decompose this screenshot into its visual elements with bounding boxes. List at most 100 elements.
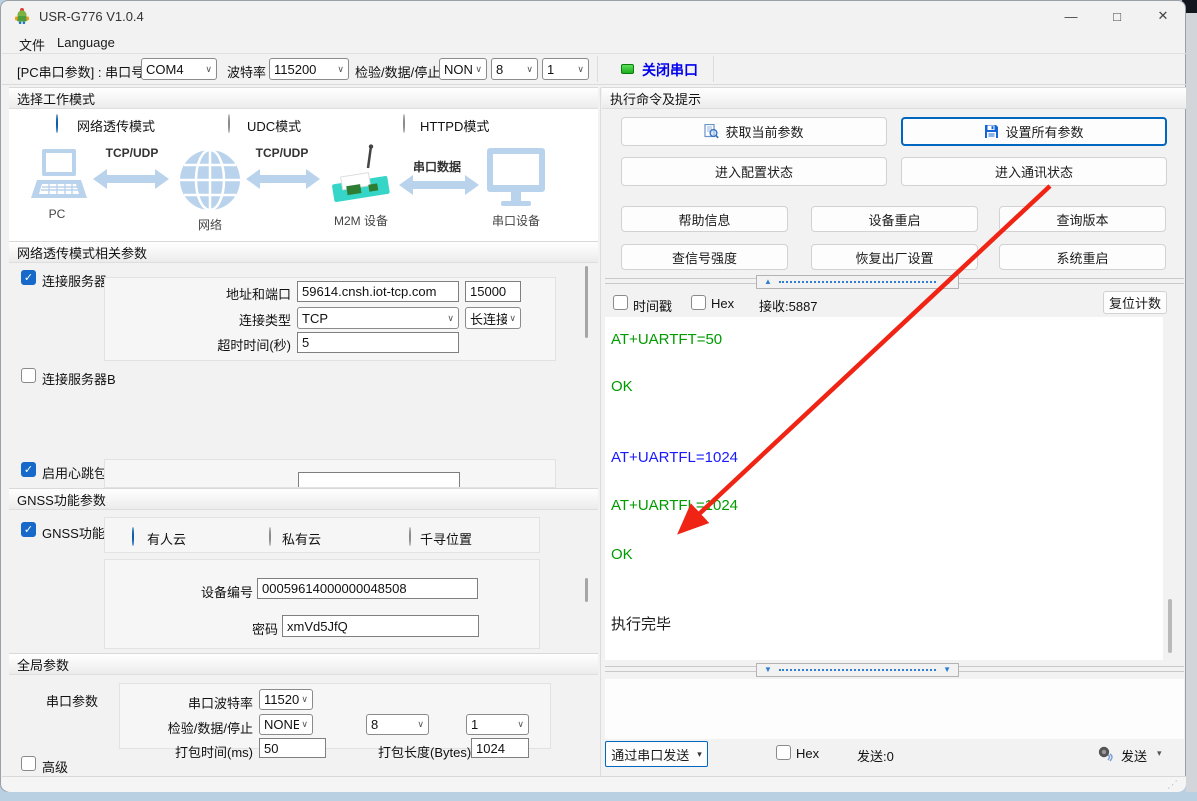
timeout-input[interactable]: 5 [297, 332, 459, 353]
device-id-input[interactable]: 00059614000000048508 [257, 578, 478, 599]
device-restart-button[interactable]: 设备重启 [811, 206, 978, 232]
reset-count-button[interactable]: 复位计数 [1103, 291, 1167, 314]
g-databits-value: 8 [371, 717, 415, 732]
help-button[interactable]: 帮助信息 [621, 206, 788, 232]
left-scrollbar-thumb-2[interactable] [585, 578, 588, 602]
desktop-edge [1186, 13, 1197, 792]
maximize-button[interactable]: □ [1094, 1, 1140, 31]
send-button[interactable]: 发送 [1121, 746, 1147, 765]
radio-udc[interactable] [228, 114, 230, 133]
reset-count-label: 复位计数 [1109, 293, 1161, 312]
diagram-net-label: 网络 [190, 216, 230, 233]
send-via-serial-button[interactable]: 通过串口发送 ▾ [605, 741, 708, 767]
server-b-label: 连接服务器B [42, 369, 116, 388]
log-scrollbar-thumb[interactable] [1168, 599, 1172, 653]
pack-len-input[interactable]: 1024 [471, 738, 529, 758]
databits-select[interactable]: 8 ∨ [491, 58, 538, 80]
password-label: 密码 [198, 619, 278, 638]
up-arrow-icon: ▲ [764, 278, 772, 286]
port-input[interactable]: 15000 [465, 281, 521, 302]
close-button[interactable]: ✕ [1140, 1, 1186, 31]
radio-udc-label: UDC模式 [247, 116, 301, 135]
signal-strength-label: 查信号强度 [672, 248, 737, 267]
gnss-header-label: GNSS功能参数 [17, 490, 106, 509]
heartbeat-partial-input[interactable] [298, 472, 460, 488]
server-b-checkbox[interactable]: ✓ [21, 368, 36, 383]
left-scrollbar-thumb[interactable] [585, 266, 588, 338]
log-line: AT+UARTFL=1024 [611, 496, 1163, 516]
baud-select[interactable]: 115200 ∨ [269, 58, 349, 80]
panel-divider [600, 87, 601, 776]
pc-laptop-icon [29, 148, 89, 204]
menu-file[interactable]: 文件 [19, 35, 45, 54]
g-baud-value: 115200 [264, 692, 299, 707]
server-a-checkbox[interactable]: ✓ [21, 270, 36, 285]
signal-strength-button[interactable]: 查信号强度 [621, 244, 788, 270]
addr-input[interactable]: 59614.cnsh.iot-tcp.com [297, 281, 459, 302]
query-version-button[interactable]: 查询版本 [999, 206, 1166, 232]
radio-qianxun-label: 千寻位置 [420, 529, 472, 548]
minimize-button[interactable]: — [1048, 1, 1094, 31]
resize-grip[interactable]: ⋰ [1167, 778, 1178, 791]
splitter-handle-2[interactable]: ▼ ▼ [756, 663, 959, 677]
com-port-select[interactable]: COM4 ∨ [141, 58, 217, 80]
send-count: 发送:0 [857, 746, 894, 765]
parity-select[interactable]: NONI ∨ [439, 58, 487, 80]
factory-reset-button[interactable]: 恢复出厂设置 [811, 244, 978, 270]
chevron-down-icon: ∨ [509, 313, 516, 324]
splitter-dots [779, 281, 936, 283]
enter-config-button[interactable]: 进入配置状态 [621, 157, 887, 186]
send-via-serial-label: 通过串口发送 [611, 745, 689, 764]
g-databits-select[interactable]: 8 ∨ [366, 714, 429, 735]
caret-down-icon[interactable]: ▾ [1157, 748, 1162, 759]
baud-label: 波特率 [227, 62, 266, 81]
g-parity-select[interactable]: NONE ∨ [259, 714, 313, 735]
caret-down-icon: ▾ [697, 749, 702, 760]
splitter-handle[interactable]: ▲ ▲ [756, 275, 959, 289]
radio-qianxun[interactable] [409, 527, 411, 546]
advanced-checkbox[interactable]: ✓ [21, 756, 36, 771]
com-port-value: COM4 [146, 62, 203, 77]
double-arrow-icon [93, 169, 169, 189]
g-stopbits-select[interactable]: 1 ∨ [466, 714, 529, 735]
radio-usr-cloud-label: 有人云 [147, 529, 186, 548]
receive-log[interactable]: AT+UARTFT=50 OK AT+UARTFL=1024 AT+UARTFL… [605, 317, 1163, 660]
gnss-enable-checkbox[interactable]: ✓ [21, 522, 36, 537]
stopbits-select[interactable]: 1 ∨ [542, 58, 589, 80]
menu-language[interactable]: Language [57, 35, 115, 50]
serial-device-monitor-icon [487, 148, 545, 208]
enter-comm-button[interactable]: 进入通讯状态 [901, 157, 1167, 186]
timestamp-checkbox[interactable]: ✓ [613, 295, 628, 310]
radio-httpd[interactable] [403, 114, 405, 133]
system-restart-button[interactable]: 系统重启 [999, 244, 1166, 270]
pack-time-input[interactable]: 50 [259, 738, 326, 758]
chevron-down-icon: ∨ [577, 64, 584, 75]
radio-private-cloud[interactable] [269, 527, 271, 546]
radio-usr-cloud[interactable] [132, 527, 134, 546]
gnss-enable-label: GNSS功能 [42, 523, 105, 542]
keep-alive-select[interactable]: 长连接 ∨ [465, 307, 521, 329]
pc-serial-label: [PC串口参数] : 串口号 [17, 62, 144, 81]
recv-hex-checkbox[interactable]: ✓ [691, 295, 706, 310]
timestamp-label: 时间戳 [633, 296, 672, 315]
heartbeat-checkbox[interactable]: ✓ [21, 462, 36, 477]
log-line: OK [611, 545, 1163, 565]
radio-net-passthrough[interactable] [56, 114, 58, 133]
global-header-label: 全局参数 [17, 655, 69, 674]
app-window: USR-G776 V1.0.4 — □ ✕ 文件 Language [PC串口参… [0, 0, 1186, 792]
send-hex-checkbox[interactable]: ✓ [776, 745, 791, 760]
g-baud-select[interactable]: 115200 ∨ [259, 689, 313, 710]
double-arrow-icon [246, 169, 320, 189]
log-line: OK [611, 377, 1163, 397]
netparams-header-label: 网络透传模式相关参数 [17, 243, 147, 262]
maximize-icon: □ [1113, 9, 1121, 24]
window-title: USR-G776 V1.0.4 [39, 9, 144, 24]
workmode-header-label: 选择工作模式 [17, 89, 95, 108]
close-port-button[interactable]: 关闭串口 [642, 60, 698, 80]
diagram-m2m-label: M2M 设备 [326, 212, 396, 229]
set-params-button[interactable]: 设置所有参数 [901, 117, 1167, 146]
get-params-button[interactable]: 获取当前参数 [621, 117, 887, 146]
conn-type-select[interactable]: TCP ∨ [297, 307, 459, 329]
send-textarea[interactable] [605, 679, 1184, 739]
password-input[interactable]: xmVd5JfQ [282, 615, 479, 637]
